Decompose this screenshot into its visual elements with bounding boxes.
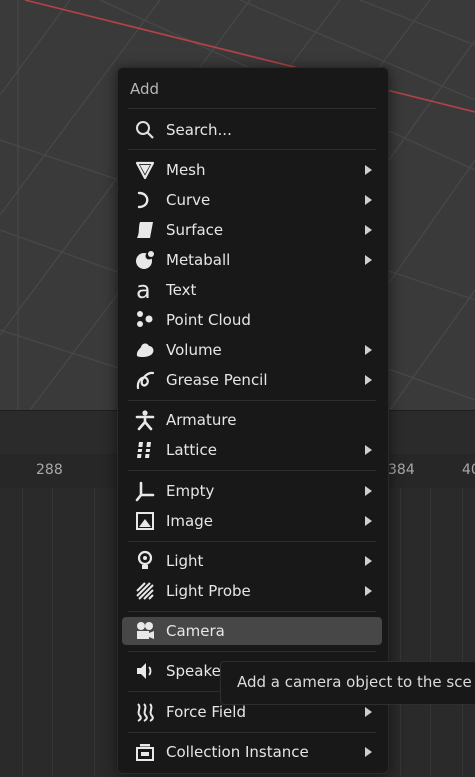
menu-separator [128, 732, 376, 733]
menu-item-label: Point Cloud [166, 311, 251, 329]
menu-item-text[interactable]: a Text [122, 276, 382, 304]
empty-icon [135, 481, 155, 502]
submenu-arrow-icon [365, 747, 372, 757]
mesh-icon [135, 161, 155, 180]
search-label: Search... [166, 121, 232, 139]
submenu-arrow-icon [365, 586, 372, 596]
curve-icon [137, 191, 149, 209]
submenu-arrow-icon [365, 165, 372, 175]
menu-title: Add [130, 80, 160, 98]
submenu-arrow-icon [365, 486, 372, 496]
menu-item-label: Surface [166, 221, 224, 239]
frame-number: 288 [36, 462, 63, 478]
menu-item-label: Text [166, 281, 197, 299]
submenu-arrow-icon [365, 195, 372, 205]
menu-item-empty[interactable]: Empty [122, 477, 382, 505]
speaker-icon [137, 663, 152, 679]
menu-separator [128, 149, 376, 150]
volume-icon [136, 343, 154, 358]
menu-separator [128, 651, 376, 652]
menu-item-label: Empty [166, 482, 215, 500]
menu-item-lattice[interactable]: Lattice [122, 436, 382, 464]
lattice-icon [136, 442, 154, 458]
collection-instance-icon [136, 744, 154, 761]
menu-separator [128, 400, 376, 401]
menu-item-label: Image [166, 512, 213, 530]
menu-item-volume[interactable]: Volume [122, 336, 382, 364]
light-probe-icon [136, 582, 154, 600]
menu-item-curve[interactable]: Curve [122, 186, 382, 214]
menu-item-point-cloud[interactable]: Point Cloud [122, 306, 382, 334]
search-item[interactable]: Search... [122, 116, 382, 144]
search-icon [136, 121, 154, 139]
menu-item-label: Light [166, 552, 204, 570]
submenu-arrow-icon [365, 516, 372, 526]
menu-item-label: Volume [166, 341, 222, 359]
text-icon: a [136, 279, 151, 301]
menu-item-grease-pencil[interactable]: Grease Pencil [122, 366, 382, 394]
menu-item-image[interactable]: Image [122, 507, 382, 535]
menu-item-label: Metaball [166, 251, 231, 269]
menu-item-label: Camera [166, 622, 225, 640]
grease-pencil-icon [136, 371, 155, 390]
menu-separator [128, 470, 376, 471]
menu-item-mesh[interactable]: Mesh [122, 156, 382, 184]
submenu-arrow-icon [365, 225, 372, 235]
surface-icon [137, 222, 153, 238]
menu-item-label: Grease Pencil [166, 371, 268, 389]
submenu-arrow-icon [365, 556, 372, 566]
menu-item-label: Light Probe [166, 582, 251, 600]
armature-icon [135, 410, 155, 431]
menu-item-surface[interactable]: Surface [122, 216, 382, 244]
tooltip: Add a camera object to the sce [220, 661, 475, 705]
menu-item-label: Lattice [166, 441, 217, 459]
menu-item-light[interactable]: Light [122, 547, 382, 575]
submenu-arrow-icon [365, 445, 372, 455]
menu-item-label: Collection Instance [166, 743, 309, 761]
menu-item-label: Force Field [166, 703, 246, 721]
menu-item-light-probe[interactable]: Light Probe [122, 577, 382, 605]
light-icon [137, 550, 153, 569]
tooltip-text: Add a camera object to the sce [237, 673, 472, 691]
menu-separator [128, 108, 376, 109]
frame-number: 384 [388, 462, 415, 478]
point-cloud-icon [137, 311, 153, 327]
metaball-icon [136, 251, 154, 269]
menu-item-metaball[interactable]: Metaball [122, 246, 382, 274]
menu-item-label: Speake [166, 662, 221, 680]
svg-text:a: a [136, 279, 151, 301]
menu-separator [128, 541, 376, 542]
submenu-arrow-icon [365, 345, 372, 355]
menu-item-armature[interactable]: Armature [122, 406, 382, 434]
force-field-icon [137, 703, 154, 722]
menu-item-label: Mesh [166, 161, 206, 179]
menu-item-camera[interactable]: Camera [122, 617, 382, 645]
menu-item-collection-instance[interactable]: Collection Instance [122, 738, 382, 766]
menu-separator [128, 611, 376, 612]
camera-icon [137, 622, 154, 639]
submenu-arrow-icon [365, 255, 372, 265]
frame-number: 40 [462, 462, 475, 478]
submenu-arrow-icon [365, 375, 372, 385]
submenu-arrow-icon [365, 707, 372, 717]
menu-item-label: Armature [166, 411, 237, 429]
image-icon [136, 512, 154, 530]
menu-item-label: Curve [166, 191, 211, 209]
